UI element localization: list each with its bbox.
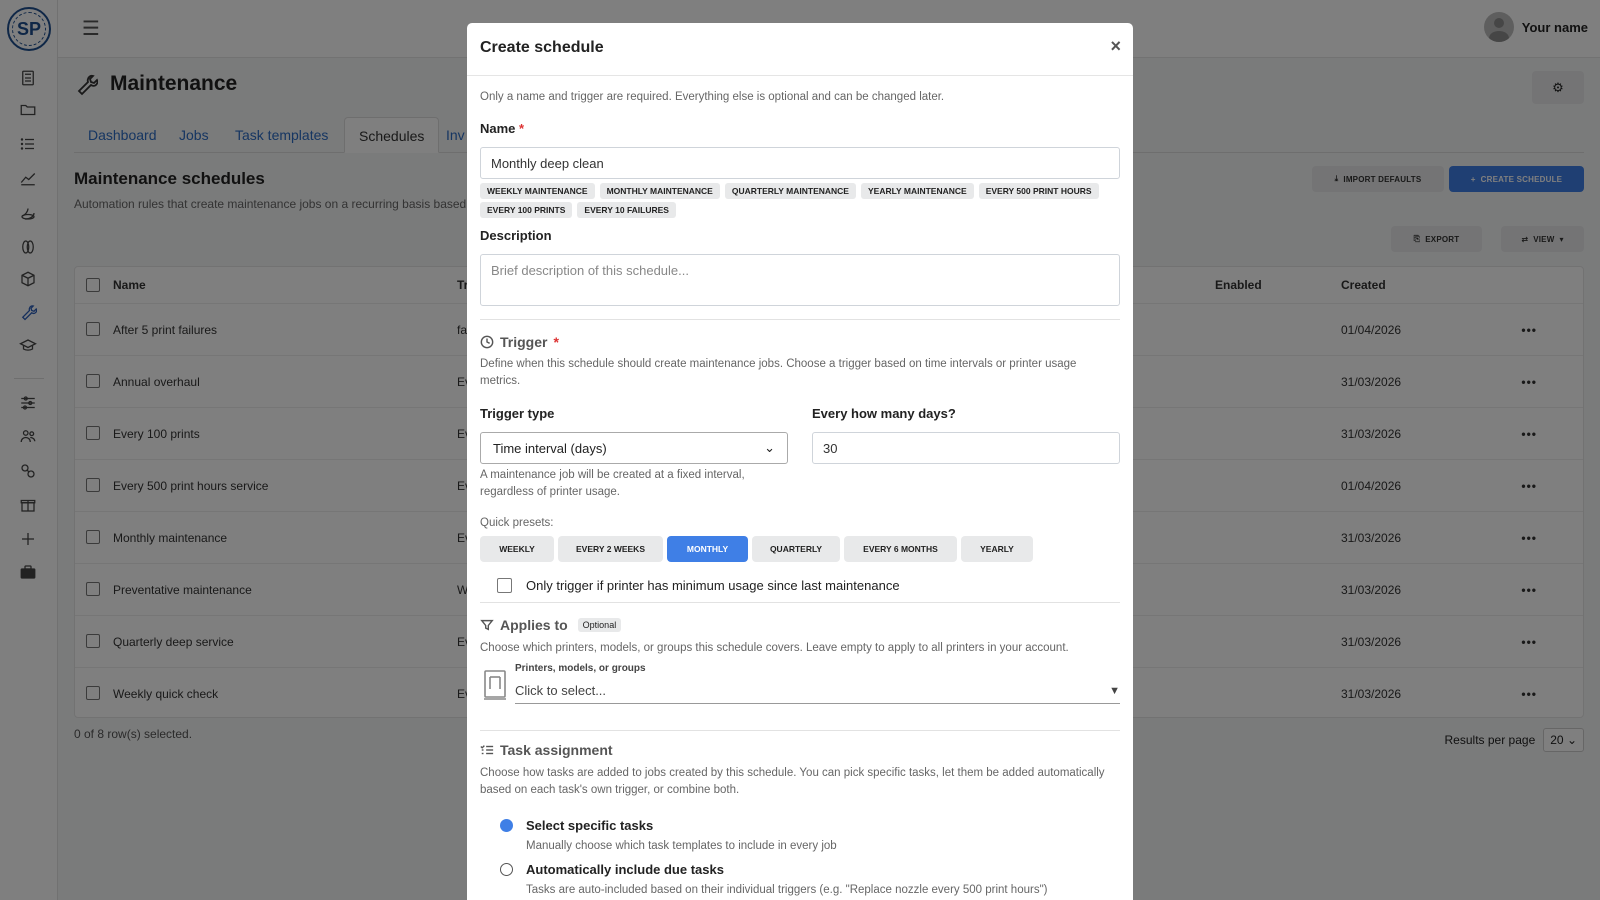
trigger-type-select[interactable]: Time interval (days) ⌄ (480, 432, 788, 464)
name-label: Name * (480, 121, 525, 136)
trigger-type-label: Trigger type (480, 406, 555, 421)
preset-monthly-button[interactable]: MONTHLY (667, 536, 748, 562)
divider (480, 319, 1120, 320)
applies-section-header: Applies to Optional (480, 617, 622, 633)
applies-description: Choose which printers, models, or groups… (480, 642, 1069, 654)
checklist-icon (480, 745, 494, 755)
filter-icon (480, 619, 494, 631)
trigger-description: Define when this schedule should create … (480, 358, 1077, 387)
preset-quarterly-button[interactable]: QUARTERLY (752, 536, 840, 562)
select-specific-tasks-radio[interactable] (500, 819, 513, 832)
name-chip[interactable]: MONTHLY MAINTENANCE (599, 183, 720, 199)
optional-badge: Optional (577, 618, 622, 632)
caret-down-icon: ▼ (1109, 684, 1120, 697)
trigger-section-header: Trigger * (480, 334, 559, 350)
auto-include-tasks-radio[interactable] (500, 863, 513, 876)
task-section-header: Task assignment (480, 742, 613, 758)
close-icon[interactable]: × (1110, 36, 1121, 57)
name-chip[interactable]: YEARLY MAINTENANCE (860, 183, 974, 199)
chevron-down-icon: ⌄ (764, 440, 775, 455)
printers-label: Printers, models, or groups (515, 663, 646, 674)
divider (480, 730, 1120, 731)
name-chip[interactable]: EVERY 10 FAILURES (577, 202, 676, 218)
task-description: Choose how tasks are added to jobs creat… (480, 767, 1105, 796)
printer-icon (482, 669, 508, 701)
preset-yearly-button[interactable]: YEARLY (961, 536, 1033, 562)
create-schedule-modal: Create schedule × Only a name and trigge… (467, 23, 1133, 900)
option-auto-label[interactable]: Automatically include due tasks (526, 862, 724, 877)
name-chip[interactable]: EVERY 500 PRINT HOURS (978, 183, 1099, 199)
preset-every-6-months-button[interactable]: EVERY 6 MONTHS (844, 536, 957, 562)
name-chip[interactable]: EVERY 100 PRINTS (480, 202, 573, 218)
option-specific-label[interactable]: Select specific tasks (526, 818, 653, 833)
name-suggestion-chips: WEEKLY MAINTENANCE MONTHLY MAINTENANCE Q… (480, 183, 1120, 218)
name-input[interactable]: Monthly deep clean (480, 147, 1120, 179)
name-chip[interactable]: QUARTERLY MAINTENANCE (724, 183, 856, 199)
option-auto-description: Tasks are auto-included based on their i… (526, 884, 1048, 896)
min-usage-label[interactable]: Only trigger if printer has minimum usag… (526, 578, 900, 593)
divider (480, 602, 1120, 603)
option-specific-description: Manually choose which task templates to … (526, 840, 837, 852)
presets-label: Quick presets: (480, 517, 554, 529)
required-marker: * (519, 121, 525, 136)
preset-every-2-weeks-button[interactable]: EVERY 2 WEEKS (558, 536, 663, 562)
description-label: Description (480, 228, 552, 243)
clock-icon (480, 335, 494, 349)
name-chip[interactable]: WEEKLY MAINTENANCE (480, 183, 595, 199)
printers-select[interactable]: Click to select... ▼ (515, 678, 1120, 704)
modal-header: Create schedule × (467, 23, 1133, 76)
preset-weekly-button[interactable]: WEEKLY (480, 536, 554, 562)
modal-intro: Only a name and trigger are required. Ev… (480, 91, 945, 103)
days-input[interactable]: 30 (812, 432, 1120, 464)
modal-title: Create schedule (480, 39, 604, 56)
quick-presets: WEEKLY EVERY 2 WEEKS MONTHLY QUARTERLY E… (480, 536, 1033, 562)
description-textarea[interactable]: Brief description of this schedule... (480, 254, 1120, 306)
days-label: Every how many days? (812, 406, 956, 421)
trigger-help-text: A maintenance job will be created at a f… (480, 469, 745, 498)
min-usage-checkbox[interactable] (497, 578, 512, 593)
